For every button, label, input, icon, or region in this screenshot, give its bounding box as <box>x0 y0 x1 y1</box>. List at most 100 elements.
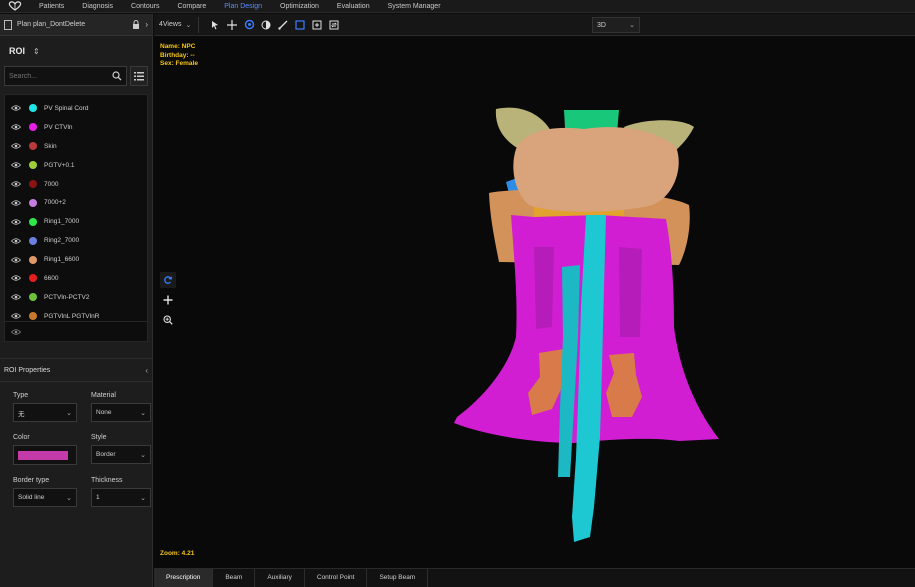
render-mode-select[interactable]: 3D ⌄ <box>592 17 640 33</box>
roi-list-item[interactable]: PGTV+0.1 <box>5 156 147 175</box>
roi-color-dot <box>29 123 37 132</box>
render-mode-label: 3D <box>597 21 606 29</box>
roi-header[interactable]: ROI ⇕ <box>0 36 152 66</box>
crosshair-tool-button[interactable] <box>224 17 240 33</box>
material-select[interactable]: None ⌄ <box>91 403 151 422</box>
roi-color-dot <box>29 312 37 321</box>
ruler-icon <box>278 20 288 30</box>
roi-list-item[interactable]: PCTVln-PCTV2 <box>5 288 147 307</box>
roi-name: 6600 <box>44 274 59 282</box>
chevron-down-icon: ⌄ <box>66 494 72 502</box>
thickness-value: 1 <box>96 494 100 501</box>
eye-icon[interactable] <box>11 238 21 244</box>
eye-icon[interactable] <box>11 143 21 149</box>
tab-beam[interactable]: Beam <box>213 569 256 587</box>
eye-icon[interactable] <box>11 219 21 225</box>
eye-icon[interactable] <box>11 328 21 335</box>
eye-icon[interactable] <box>11 162 21 168</box>
eye-icon[interactable] <box>11 200 21 206</box>
roi-color-dot <box>29 274 37 283</box>
roi-list-item[interactable]: 6600 <box>5 269 147 288</box>
type-cell: Type 无 ⌄ <box>13 392 77 434</box>
color-picker[interactable] <box>13 445 77 465</box>
roi-color-dot <box>29 198 37 207</box>
chevron-down-icon: ⌄ <box>140 409 146 417</box>
chevron-down-icon: ⌄ <box>66 409 72 417</box>
chevron-left-icon[interactable]: ‹ <box>145 366 148 375</box>
tab-setup-beam[interactable]: Setup Beam <box>367 569 429 587</box>
type-select[interactable]: 无 ⌄ <box>13 403 77 422</box>
tab-prescription[interactable]: Prescription <box>154 569 214 587</box>
lock-icon[interactable] <box>132 20 141 29</box>
eye-icon[interactable] <box>11 275 21 282</box>
color-swatch <box>18 450 68 460</box>
document-icon <box>4 19 12 30</box>
search-icon[interactable] <box>108 67 126 85</box>
add-view-button[interactable] <box>309 17 325 33</box>
roi-color-dot <box>29 104 37 113</box>
menu-contours[interactable]: Contours <box>122 0 168 13</box>
plan-selector[interactable]: Plan plan_DontDelete › <box>0 14 152 36</box>
chevron-down-icon: ⌄ <box>140 494 146 502</box>
roi-color-dot <box>29 217 37 226</box>
contrast-icon <box>261 20 271 29</box>
roi-list-item[interactable]: Ring1_6600 <box>5 250 147 269</box>
measure-tool-button[interactable] <box>275 17 291 33</box>
style-cell: Style Border ⌄ <box>91 434 151 477</box>
roi-list-item[interactable]: PV Spinal Cord <box>5 99 147 118</box>
plan-name: Plan plan_DontDelete <box>17 21 86 28</box>
roi-list-item[interactable]: Skin <box>5 137 147 156</box>
roi-properties-header[interactable]: ROI Properties ‹ <box>0 358 152 382</box>
eye-icon[interactable] <box>11 105 21 112</box>
roi-color-dot <box>29 236 37 245</box>
eye-icon[interactable] <box>11 181 21 187</box>
app-logo[interactable] <box>0 0 30 13</box>
border-type-select[interactable]: Solid line ⌄ <box>13 488 77 507</box>
border-type-cell: Border type Solid line ⌄ <box>13 477 77 519</box>
roi-name: PV Spinal Cord <box>44 104 89 112</box>
menu-system-manager[interactable]: System Manager <box>379 0 450 13</box>
sync-view-button[interactable] <box>326 17 342 33</box>
menu-evaluation[interactable]: Evaluation <box>328 0 379 13</box>
style-select[interactable]: Border ⌄ <box>91 445 151 464</box>
menu-optimization[interactable]: Optimization <box>271 0 328 13</box>
rotate-tool-button[interactable] <box>241 17 257 33</box>
color-cell: Color <box>13 434 77 477</box>
thickness-cell: Thickness 1 ⌄ <box>91 477 151 519</box>
chevron-down-icon: ⌄ <box>629 22 635 29</box>
eye-icon[interactable] <box>11 256 21 263</box>
menu-diagnosis[interactable]: Diagnosis <box>73 0 122 13</box>
chevron-right-icon[interactable]: › <box>145 20 148 29</box>
eye-icon[interactable] <box>11 124 21 130</box>
list-view-button[interactable] <box>130 66 148 86</box>
roi-search-row <box>4 66 148 88</box>
roi-color-dot <box>29 142 37 151</box>
roi-list-item[interactable]: 7000+2 <box>5 193 147 212</box>
roi-list-item[interactable]: PV CTVln <box>5 118 147 137</box>
sort-arrows-icon[interactable]: ⇕ <box>33 47 40 56</box>
roi-list-item[interactable]: 7000 <box>5 175 147 194</box>
tab-auxiliary[interactable]: Auxiliary <box>255 569 305 587</box>
thickness-select[interactable]: 1 ⌄ <box>91 488 151 507</box>
roi-title: ROI <box>9 46 26 56</box>
eye-icon[interactable] <box>11 313 21 319</box>
roi-name: PGTVlnL PGTVlnR <box>44 312 100 320</box>
eye-icon[interactable] <box>11 294 21 300</box>
menu-compare[interactable]: Compare <box>168 0 215 13</box>
style-value: Border <box>96 451 116 458</box>
roi-list-item[interactable]: Ring2_7000 <box>5 231 147 250</box>
skin-head-shape <box>513 127 679 212</box>
bottom-tabs: Prescription Beam Auxiliary Control Point Se… <box>154 568 915 587</box>
contrast-tool-button[interactable] <box>258 17 274 33</box>
pointer-tool-button[interactable] <box>207 17 223 33</box>
3d-viewport[interactable]: Name: NPC Birthday: -- Sex: Female Zoom:… <box>154 37 915 568</box>
roi-search-input[interactable] <box>9 72 94 80</box>
chevron-down-icon: ⌄ <box>185 21 192 29</box>
layout-tool-button[interactable] <box>292 17 308 33</box>
tab-control-point[interactable]: Control Point <box>305 569 368 587</box>
menu-patients[interactable]: Patients <box>30 0 73 13</box>
views-select[interactable]: 4Views ⌄ <box>154 16 199 33</box>
roi-list-item[interactable]: Ring1_7000 <box>5 212 147 231</box>
menu-plan-design[interactable]: Plan Design <box>215 0 271 13</box>
roi-name: PV CTVln <box>44 123 73 131</box>
